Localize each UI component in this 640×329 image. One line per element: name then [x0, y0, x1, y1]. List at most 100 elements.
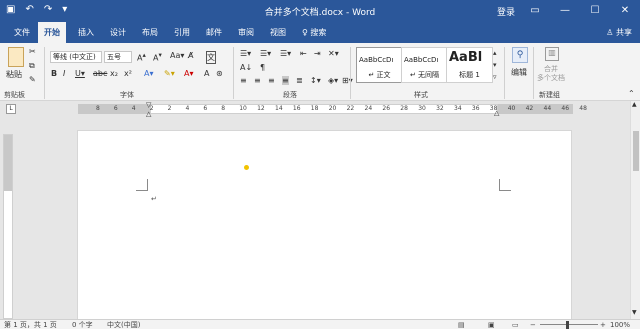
- tab-layout[interactable]: 布局: [136, 22, 164, 43]
- editing-label[interactable]: 编辑: [511, 67, 527, 78]
- cut-icon[interactable]: ✂: [29, 47, 36, 56]
- tab-file[interactable]: 文件: [8, 22, 36, 43]
- shrink-font-icon[interactable]: A▾: [153, 51, 162, 63]
- ribbon: 粘贴 ✂ ⧉ ✎ 剪贴板 等线 (中文正) 五号 A▴ A▾ Aa▾ A̸ 文 …: [0, 43, 640, 101]
- character-shading-icon[interactable]: A: [204, 69, 209, 78]
- tab-selector-icon[interactable]: L: [6, 104, 16, 114]
- styles-group-label: 样式: [414, 91, 428, 99]
- new-group-label: 新建组: [539, 91, 560, 99]
- clear-formatting-icon[interactable]: A̸: [188, 51, 193, 60]
- borders-icon[interactable]: ⊞▾: [342, 76, 353, 85]
- zoom-slider-thumb[interactable]: [566, 321, 569, 329]
- decrease-indent-icon[interactable]: ⇤: [300, 49, 307, 58]
- ruler-number: 4: [131, 105, 136, 112]
- zoom-level[interactable]: 100%: [610, 320, 630, 329]
- tell-me-search[interactable]: ♀ 搜索: [302, 27, 326, 38]
- page-count[interactable]: 第 1 页，共 1 页: [4, 320, 57, 329]
- ruler-number: 12: [257, 105, 265, 112]
- close-button[interactable]: ✕: [610, 0, 640, 22]
- align-left-icon[interactable]: ≡: [240, 76, 247, 85]
- first-line-indent-marker[interactable]: ▽: [146, 101, 151, 109]
- web-layout-icon[interactable]: ▭: [512, 320, 519, 329]
- align-center-icon[interactable]: ≡: [254, 76, 261, 85]
- ruler-number: 40: [507, 105, 516, 112]
- login-link[interactable]: 登录: [497, 5, 515, 18]
- chinese-layout-icon[interactable]: ✕▾: [328, 49, 339, 58]
- scrollbar-thumb[interactable]: [633, 131, 639, 171]
- share-button[interactable]: ♙ 共享: [606, 27, 632, 38]
- paste-label[interactable]: 粘贴: [6, 69, 22, 80]
- text-effects-icon[interactable]: A▾: [144, 69, 154, 78]
- window-controls: ▭ — ☐ ✕: [520, 0, 640, 22]
- numbering-icon[interactable]: ☰▾: [260, 49, 271, 58]
- bold-icon[interactable]: B: [51, 69, 57, 78]
- italic-icon[interactable]: I: [63, 69, 65, 78]
- vertical-scrollbar[interactable]: ▲ ▼: [630, 101, 640, 319]
- enclose-characters-icon[interactable]: ⊛: [216, 69, 223, 78]
- scroll-up-arrow-icon[interactable]: ▲: [632, 101, 637, 108]
- increase-indent-icon[interactable]: ⇥: [314, 49, 321, 58]
- show-formatting-marks-icon[interactable]: ¶: [260, 63, 265, 72]
- ruler-number: 36: [471, 105, 480, 112]
- language-status[interactable]: 中文(中国): [107, 320, 140, 329]
- subscript-icon[interactable]: x₂: [110, 69, 118, 78]
- style-no-spacing[interactable]: AaBbCcDı ↵ 无间隔: [401, 47, 448, 83]
- read-mode-icon[interactable]: ▤: [458, 320, 465, 329]
- ruler-number: 26: [382, 105, 391, 112]
- minimize-button[interactable]: —: [550, 0, 580, 22]
- vertical-ruler[interactable]: [3, 134, 13, 319]
- horizontal-ruler[interactable]: L 8 6 4 2 2 4 6 8 10 12 14 16 18 20 22 24 26 28 30 32 34 36 38…: [0, 101, 640, 118]
- tab-mailings[interactable]: 邮件: [200, 22, 228, 43]
- copy-icon[interactable]: ⧉: [29, 61, 35, 71]
- font-color-icon[interactable]: A▾: [184, 69, 194, 78]
- tab-design[interactable]: 设计: [104, 22, 132, 43]
- grow-font-icon[interactable]: A▴: [137, 51, 146, 63]
- ruler-number: 48: [579, 105, 587, 112]
- justify-icon[interactable]: ≡: [282, 76, 289, 85]
- maximize-button[interactable]: ☐: [580, 0, 610, 22]
- ruler-number: 24: [364, 105, 373, 112]
- style-normal[interactable]: AaBbCcDı ↵ 正文: [356, 47, 403, 83]
- tab-home[interactable]: 开始: [38, 22, 66, 43]
- tab-review[interactable]: 审阅: [232, 22, 260, 43]
- distributed-icon[interactable]: ≣: [296, 76, 303, 85]
- tab-insert[interactable]: 插入: [72, 22, 100, 43]
- multilevel-list-icon[interactable]: ☰▾: [280, 49, 291, 58]
- font-size-combo[interactable]: 五号: [104, 51, 132, 63]
- style-sample: AaBl: [449, 50, 483, 65]
- scroll-down-arrow-icon[interactable]: ▼: [632, 309, 637, 316]
- font-name-combo[interactable]: 等线 (中文正): [50, 51, 102, 63]
- change-case-icon[interactable]: Aa▾: [170, 51, 184, 60]
- sort-icon[interactable]: A↓: [240, 63, 252, 72]
- phonetic-guide-icon[interactable]: 文: [206, 51, 216, 64]
- word-count[interactable]: 0 个字: [72, 320, 93, 329]
- shading-icon[interactable]: ◈▾: [328, 76, 338, 85]
- ribbon-display-options-button[interactable]: ▭: [520, 0, 550, 22]
- underline-icon[interactable]: U▾: [75, 69, 85, 78]
- tab-view[interactable]: 视图: [264, 22, 292, 43]
- zoom-in-icon[interactable]: +: [600, 320, 606, 329]
- find-icon[interactable]: ⚲: [512, 47, 528, 63]
- format-painter-icon[interactable]: ✎: [29, 75, 36, 84]
- strikethrough-icon[interactable]: abc: [93, 69, 107, 78]
- style-name: ↵ 正文: [368, 71, 391, 79]
- highlight-icon[interactable]: ✎▾: [164, 69, 175, 78]
- merge-label-2[interactable]: 多个文档: [537, 73, 565, 83]
- superscript-icon[interactable]: x²: [124, 69, 132, 78]
- hanging-indent-marker[interactable]: △: [146, 110, 151, 118]
- group-separator: [44, 47, 45, 99]
- merge-documents-icon[interactable]: ▥: [545, 47, 559, 61]
- paste-icon[interactable]: [8, 47, 24, 67]
- print-layout-icon[interactable]: ▣: [488, 320, 495, 329]
- tab-references[interactable]: 引用: [168, 22, 196, 43]
- styles-scroll-icon[interactable]: ▴ ▾ ▿: [493, 47, 497, 83]
- document-page[interactable]: ↵: [77, 130, 572, 320]
- collapse-ribbon-icon[interactable]: ⌃: [628, 89, 635, 98]
- line-spacing-icon[interactable]: ↕▾: [310, 76, 321, 85]
- bullets-icon[interactable]: ☰▾: [240, 49, 251, 58]
- zoom-slider[interactable]: [540, 324, 598, 325]
- right-indent-marker[interactable]: △: [494, 109, 499, 117]
- style-heading-1[interactable]: AaBl 标题 1: [446, 47, 493, 83]
- zoom-out-icon[interactable]: −: [530, 320, 536, 329]
- align-right-icon[interactable]: ≡: [268, 76, 275, 85]
